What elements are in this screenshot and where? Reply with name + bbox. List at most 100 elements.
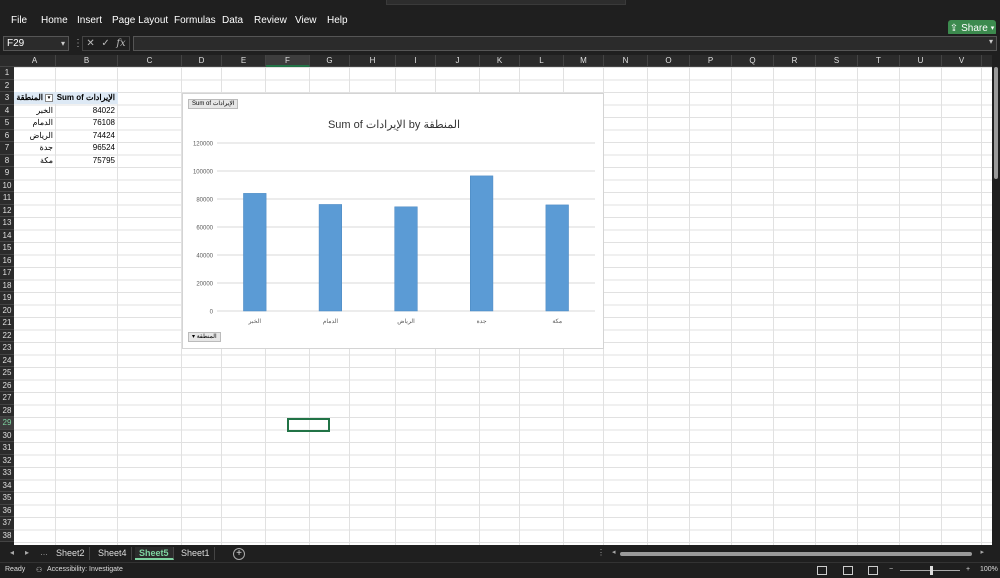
zoom-level[interactable]: 100% — [980, 566, 998, 573]
column-header-i[interactable]: I — [396, 55, 436, 67]
row-header-36[interactable]: 36 — [0, 504, 14, 517]
menu-view[interactable]: View — [295, 15, 317, 26]
row-header-16[interactable]: 16 — [0, 254, 14, 267]
pivot-region-cell[interactable]: مكة — [14, 155, 56, 167]
row-header-1[interactable]: 1 — [0, 67, 14, 80]
bar[interactable] — [318, 204, 342, 312]
column-header-c[interactable]: C — [118, 55, 182, 67]
column-header-e[interactable]: E — [222, 55, 266, 67]
column-header-g[interactable]: G — [310, 55, 350, 67]
pivot-value-cell[interactable]: 84022 — [56, 105, 118, 117]
bar[interactable] — [470, 175, 494, 312]
sheet-tab[interactable]: Sheet4 — [94, 547, 132, 560]
row-header-34[interactable]: 34 — [0, 479, 14, 492]
column-header-m[interactable]: M — [564, 55, 604, 67]
pivot-row-header[interactable]: المنطقة ▾ — [14, 92, 56, 104]
row-header-38[interactable]: 38 — [0, 529, 14, 542]
column-header-u[interactable]: U — [900, 55, 942, 67]
column-header-s[interactable]: S — [816, 55, 858, 67]
row-header-22[interactable]: 22 — [0, 329, 14, 342]
row-header-24[interactable]: 24 — [0, 354, 14, 367]
row-header-29[interactable]: 29 — [0, 417, 14, 430]
pivot-region-cell[interactable]: الخبر — [14, 105, 56, 117]
column-header-h[interactable]: H — [350, 55, 396, 67]
column-header-l[interactable]: L — [520, 55, 564, 67]
column-header-t[interactable]: T — [858, 55, 900, 67]
page-layout-view-icon[interactable] — [843, 566, 853, 575]
zoom-slider-thumb[interactable] — [930, 566, 933, 575]
prev-sheet-icon[interactable]: ◂ — [10, 548, 14, 557]
row-header-13[interactable]: 13 — [0, 217, 14, 230]
row-header-8[interactable]: 8 — [0, 154, 14, 167]
name-box[interactable]: F29 ▾ — [3, 36, 69, 51]
row-header-9[interactable]: 9 — [0, 167, 14, 180]
bar[interactable] — [243, 193, 267, 312]
pivot-value-cell[interactable]: 74424 — [56, 130, 118, 142]
worksheet-grid[interactable]: المنطقة ▾ Sum of الإيرادات الخبر 84022 ال… — [14, 67, 992, 545]
scroll-right-icon[interactable]: ▸ — [980, 548, 984, 556]
column-header-b[interactable]: B — [56, 55, 118, 67]
pivot-region-cell[interactable]: جدة — [14, 142, 56, 154]
split-handle-icon[interactable]: ⋮ — [597, 548, 605, 557]
chevron-down-icon[interactable]: ▾ — [61, 37, 65, 50]
row-header-30[interactable]: 30 — [0, 429, 14, 442]
column-header-k[interactable]: K — [480, 55, 520, 67]
menu-file[interactable]: File — [11, 15, 27, 26]
add-sheet-icon[interactable]: + — [233, 548, 245, 560]
row-header-31[interactable]: 31 — [0, 442, 14, 455]
vertical-scrollbar[interactable] — [992, 55, 1000, 545]
page-break-view-icon[interactable] — [868, 566, 878, 575]
row-header-23[interactable]: 23 — [0, 342, 14, 355]
row-header-14[interactable]: 14 — [0, 229, 14, 242]
column-header-f[interactable]: F — [266, 55, 310, 67]
sheet-tab[interactable]: Sheet2 — [52, 547, 90, 560]
menu-formulas[interactable]: Formulas — [174, 15, 216, 26]
menu-data[interactable]: Data — [222, 15, 243, 26]
zoom-in-icon[interactable]: + — [966, 566, 970, 573]
column-header-n[interactable]: N — [604, 55, 648, 67]
row-header-10[interactable]: 10 — [0, 179, 14, 192]
pivot-value-cell[interactable]: 76108 — [56, 117, 118, 129]
sheet-tab[interactable]: Sheet1 — [177, 547, 215, 560]
menu-home[interactable]: Home — [41, 15, 68, 26]
column-header-d[interactable]: D — [182, 55, 222, 67]
expand-formula-icon[interactable]: ▾ — [989, 37, 993, 46]
row-header-28[interactable]: 28 — [0, 404, 14, 417]
row-header-11[interactable]: 11 — [0, 192, 14, 205]
row-header-6[interactable]: 6 — [0, 129, 14, 142]
row-header-12[interactable]: 12 — [0, 204, 14, 217]
column-header-q[interactable]: Q — [732, 55, 774, 67]
row-header-7[interactable]: 7 — [0, 142, 14, 155]
row-header-17[interactable]: 17 — [0, 267, 14, 280]
row-header-37[interactable]: 37 — [0, 517, 14, 530]
column-header-p[interactable]: P — [690, 55, 732, 67]
menu-page-layout[interactable]: Page Layout — [112, 15, 168, 26]
row-header-25[interactable]: 25 — [0, 367, 14, 380]
pivot-region-cell[interactable]: الرياض — [14, 130, 56, 142]
next-sheet-icon[interactable]: ▸ — [25, 548, 29, 557]
row-header-15[interactable]: 15 — [0, 242, 14, 255]
row-header-3[interactable]: 3 — [0, 92, 14, 105]
normal-view-icon[interactable] — [817, 566, 827, 575]
confirm-icon[interactable]: ✓ — [101, 38, 109, 49]
row-header-35[interactable]: 35 — [0, 492, 14, 505]
row-header-19[interactable]: 19 — [0, 292, 14, 305]
row-header-5[interactable]: 5 — [0, 117, 14, 130]
column-header-r[interactable]: R — [774, 55, 816, 67]
row-header-21[interactable]: 21 — [0, 317, 14, 330]
insert-function-icon[interactable]: fx — [116, 38, 125, 49]
row-header-20[interactable]: 20 — [0, 304, 14, 317]
filter-dropdown-icon[interactable]: ▾ — [45, 93, 53, 102]
bar[interactable] — [394, 206, 418, 312]
pivot-value-cell[interactable]: 96524 — [56, 142, 118, 154]
row-header-32[interactable]: 32 — [0, 454, 14, 467]
row-header-27[interactable]: 27 — [0, 392, 14, 405]
vertical-scroll-thumb[interactable] — [994, 67, 998, 179]
scroll-left-icon[interactable]: ◂ — [612, 548, 616, 556]
column-header-j[interactable]: J — [436, 55, 480, 67]
row-header-4[interactable]: 4 — [0, 104, 14, 117]
accessibility-status[interactable]: Accessibility: Investigate — [47, 566, 123, 573]
zoom-out-icon[interactable]: − — [889, 566, 893, 573]
row-header-18[interactable]: 18 — [0, 279, 14, 292]
menu-help[interactable]: Help — [327, 15, 348, 26]
